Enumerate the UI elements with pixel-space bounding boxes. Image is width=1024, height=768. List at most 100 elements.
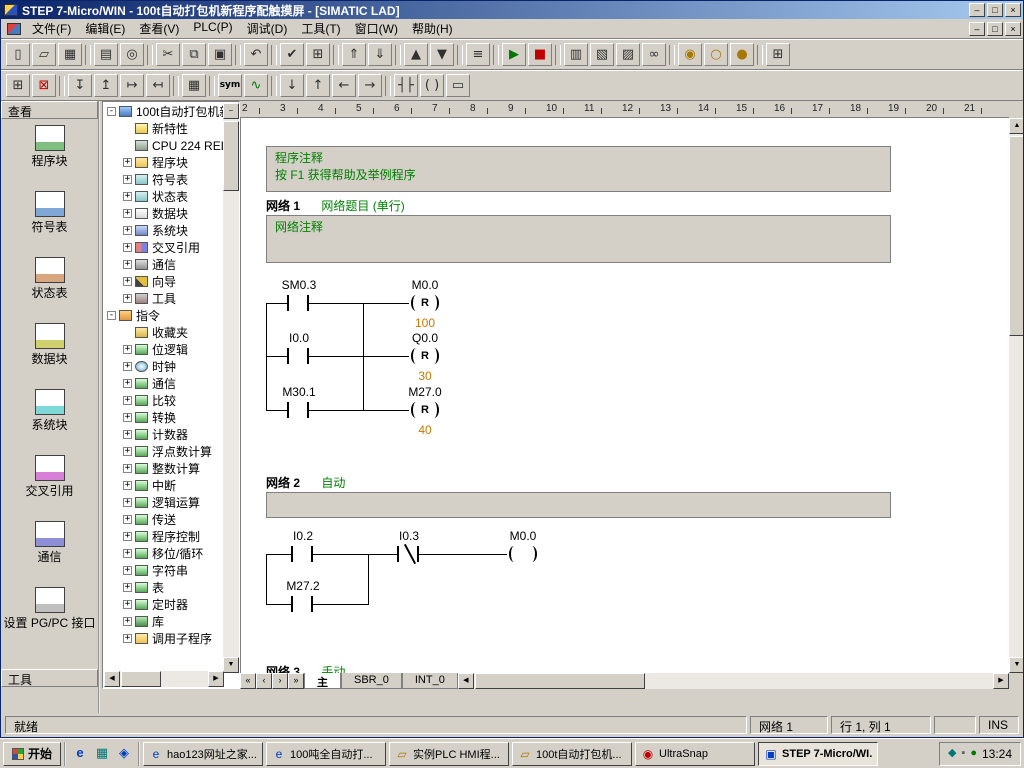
- stop-button[interactable]: ■: [528, 43, 552, 66]
- tree-item-wizards[interactable]: + 向导: [104, 273, 224, 290]
- tree-item-logical-ops[interactable]: + 逻辑运算: [104, 494, 224, 511]
- tray-icon-1[interactable]: ◆: [948, 748, 956, 759]
- tree-item-string[interactable]: + 字符串: [104, 562, 224, 579]
- tree-hscroll-thumb[interactable]: [121, 671, 161, 687]
- tree-horizontal-scrollbar[interactable]: ◀ ▶: [104, 671, 224, 687]
- scroll-right-icon[interactable]: ▶: [208, 671, 224, 687]
- upload-button[interactable]: ⇑: [342, 43, 366, 66]
- compile-all-button[interactable]: ⊞: [306, 43, 330, 66]
- tree-expand-box[interactable]: -: [107, 107, 116, 116]
- insert-box-button[interactable]: ▭: [446, 74, 470, 97]
- tree-vertical-scrollbar[interactable]: – ▼: [223, 103, 239, 673]
- delete-row-button[interactable]: ↥: [94, 74, 118, 97]
- sort-descending-button[interactable]: ▼: [430, 43, 454, 66]
- network-3-header[interactable]: 网络 3 手动: [266, 663, 345, 673]
- editor-vertical-scrollbar[interactable]: ▲ ▼: [1009, 118, 1023, 673]
- close-button[interactable]: ×: [1005, 3, 1021, 17]
- tree-expand-box[interactable]: -: [107, 311, 116, 320]
- contact-m30-1[interactable]: [287, 402, 309, 418]
- quicklaunch-ie-icon[interactable]: e: [70, 744, 90, 764]
- ladder-canvas[interactable]: 程序注释 按 F1 获得帮助及举例程序 网络 1 网络题目 (单行) 网络注释 …: [240, 118, 1009, 673]
- tree-item-bit-logic[interactable]: + 位逻辑: [104, 341, 224, 358]
- insert-column-button[interactable]: ↦: [120, 74, 144, 97]
- scroll-up-icon[interactable]: –: [223, 103, 239, 119]
- tree-expand-box[interactable]: +: [123, 243, 132, 252]
- tree-expand-box[interactable]: +: [123, 566, 132, 575]
- menu-item[interactable]: 工具(T): [294, 18, 347, 39]
- tree-expand-box[interactable]: +: [123, 362, 132, 371]
- grid-toggle-button[interactable]: ▦: [182, 74, 206, 97]
- maximize-button[interactable]: □: [987, 3, 1003, 17]
- quicklaunch-desktop-icon[interactable]: ▦: [92, 744, 112, 764]
- tree-expand-box[interactable]: +: [123, 413, 132, 422]
- tree-item-tools[interactable]: + 工具: [104, 290, 224, 307]
- quicklaunch-media-icon[interactable]: ◈: [114, 744, 134, 764]
- network-2-header[interactable]: 网络 2 自动: [266, 474, 345, 491]
- line-down-button[interactable]: ↓: [280, 74, 304, 97]
- tree-expand-box[interactable]: +: [123, 583, 132, 592]
- taskbar-button-plc-hmi[interactable]: ▱ 实例PLC HMI程...: [389, 742, 509, 766]
- tree-expand-box[interactable]: +: [123, 464, 132, 473]
- tree-expand-box[interactable]: +: [123, 481, 132, 490]
- viewbar-item-symbol-table[interactable]: 符号表: [1, 191, 98, 257]
- tree-expand-box[interactable]: +: [123, 549, 132, 558]
- tree-item-cross-reference[interactable]: + 交叉引用: [104, 239, 224, 256]
- tree-item-program-control[interactable]: + 程序控制: [104, 528, 224, 545]
- program-comment-box[interactable]: 程序注释 按 F1 获得帮助及举例程序: [266, 146, 891, 192]
- reset-coil-m27-0[interactable]: R: [409, 401, 441, 419]
- network-1-comment-box[interactable]: 网络注释: [266, 215, 891, 263]
- network-2-comment-box[interactable]: [266, 492, 891, 518]
- reset-coil-q0-0[interactable]: R: [409, 347, 441, 365]
- symbol-table-button[interactable]: ⊞: [766, 43, 790, 66]
- mdi-child-icon[interactable]: [7, 23, 21, 35]
- tree-item-program-block[interactable]: + 程序块: [104, 154, 224, 171]
- sym-toggle-button[interactable]: sym: [218, 74, 242, 97]
- mdi-restore-button[interactable]: □: [987, 22, 1003, 36]
- tree-item-whats-new[interactable]: 新特性: [104, 120, 224, 137]
- scroll-down-icon[interactable]: ▼: [223, 657, 239, 673]
- menu-item[interactable]: 调试(D): [240, 18, 295, 39]
- contact-sm0-3[interactable]: [287, 295, 309, 311]
- tree-expand-box[interactable]: +: [123, 532, 132, 541]
- scroll-left-icon[interactable]: ◀: [104, 671, 120, 687]
- viewbar-item-status-chart[interactable]: 状态表: [1, 257, 98, 323]
- taskbar-button-step7[interactable]: ▣ STEP 7-Micro/WI...: [758, 742, 878, 766]
- tree-expand-box[interactable]: +: [123, 396, 132, 405]
- editor-hscroll-thumb[interactable]: [475, 673, 645, 689]
- options-button[interactable]: ≡: [466, 43, 490, 66]
- tree-item-comm[interactable]: + 通信: [104, 375, 224, 392]
- minimize-button[interactable]: –: [969, 3, 985, 17]
- tree-expand-box[interactable]: +: [123, 600, 132, 609]
- nc-contact-i0-3[interactable]: [397, 546, 419, 562]
- menu-item[interactable]: 窗口(W): [348, 18, 405, 39]
- tab-scroll-button[interactable]: ›: [272, 673, 288, 689]
- viewbar-item-set-pg-pc[interactable]: 设置 PG/PC 接口: [1, 587, 98, 653]
- line-right-button[interactable]: →: [358, 74, 382, 97]
- tree-expand-box[interactable]: +: [123, 192, 132, 201]
- tree-expand-box[interactable]: +: [123, 447, 132, 456]
- tree-item-system-block[interactable]: + 系统块: [104, 222, 224, 239]
- tree-item-counters[interactable]: + 计数器: [104, 426, 224, 443]
- menu-item[interactable]: 查看(V): [132, 18, 186, 39]
- chart-status-button[interactable]: ▨: [616, 43, 640, 66]
- tab-scroll-button[interactable]: «: [240, 673, 256, 689]
- tree-item-libraries[interactable]: + 库: [104, 613, 224, 630]
- reset-coil-m0-0[interactable]: R: [409, 294, 441, 312]
- undo-button[interactable]: ↶: [244, 43, 268, 66]
- tree-item-communications[interactable]: + 通信: [104, 256, 224, 273]
- network-1-header[interactable]: 网络 1 网络题目 (单行): [266, 197, 405, 214]
- tree-item-project-root[interactable]: - 100t自动打包机新程序: [104, 103, 224, 120]
- tree-item-timers[interactable]: + 定时器: [104, 596, 224, 613]
- tree-expand-box[interactable]: +: [123, 634, 132, 643]
- tree-item-symbol-table[interactable]: + 符号表: [104, 171, 224, 188]
- tab-sbr0[interactable]: SBR_0: [341, 673, 402, 689]
- glasses-status-button[interactable]: ∞: [642, 43, 666, 66]
- copy-button[interactable]: ⧉: [182, 43, 206, 66]
- line-up-button[interactable]: ↑: [306, 74, 330, 97]
- output-coil-m0-0[interactable]: [507, 545, 539, 563]
- save-button[interactable]: ▦: [58, 43, 82, 66]
- scroll-left-icon[interactable]: ◀: [458, 673, 474, 689]
- program-status-button[interactable]: ▥: [564, 43, 588, 66]
- navigation-bar-header-view[interactable]: 查看: [1, 101, 98, 119]
- viewbar-item-cross-reference[interactable]: 交叉引用: [1, 455, 98, 521]
